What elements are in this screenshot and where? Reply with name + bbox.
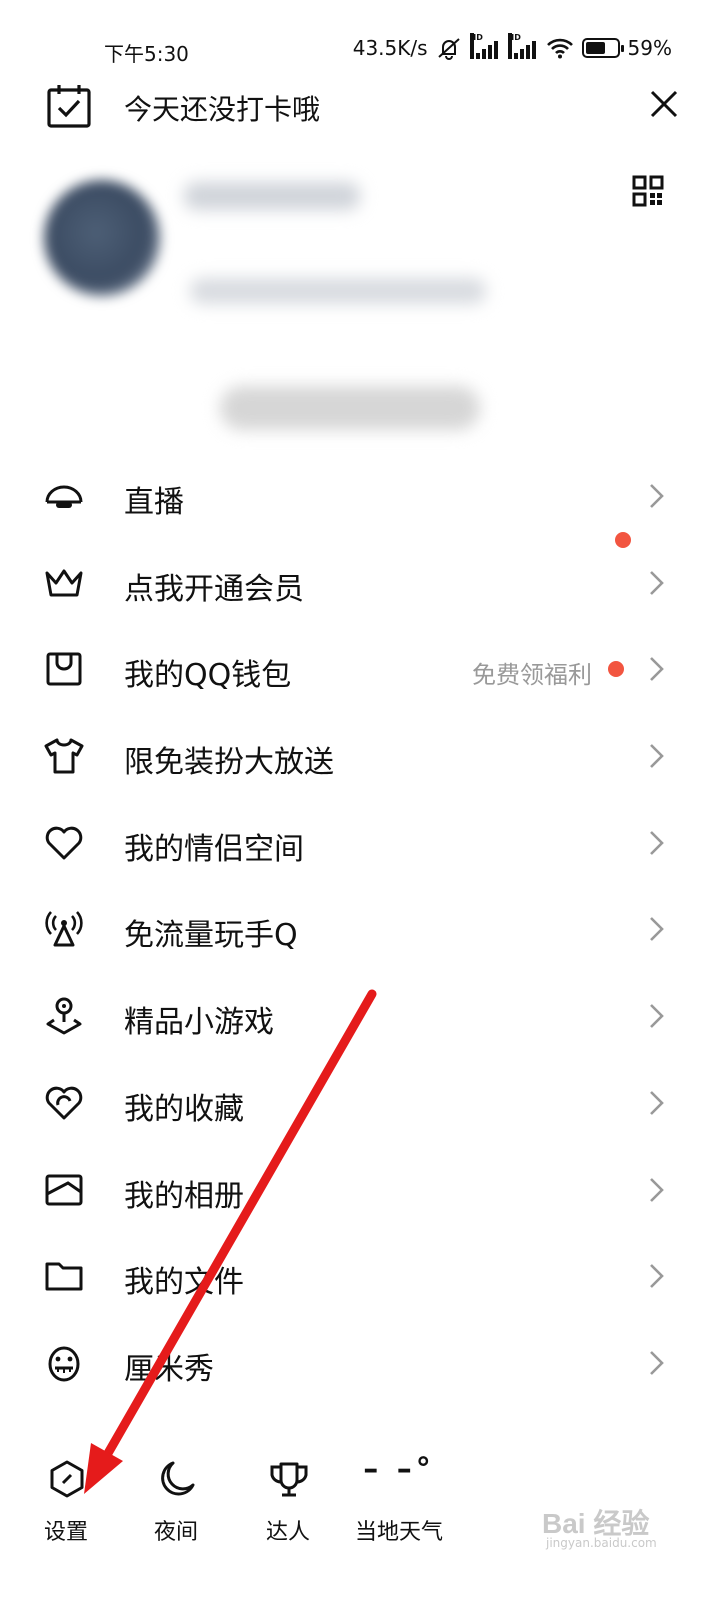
network-speed: 43.5K/s <box>352 36 428 60</box>
menu-item-favorites[interactable]: 我的收藏 <box>0 1059 720 1146</box>
live-icon <box>45 485 83 508</box>
trophy-icon <box>270 1462 308 1497</box>
night-label: 夜间 <box>153 1520 198 1545</box>
chevron-right-icon <box>650 830 664 855</box>
chevron-right-icon <box>650 1350 664 1375</box>
profile-card[interactable] <box>0 150 720 450</box>
menu-label: 点我开通会员 <box>124 571 304 607</box>
watermark-logo: Bai 经验 jingyan.baidu.com <box>536 1496 676 1556</box>
weather-button[interactable]: – –° 当地天气 <box>344 1450 454 1550</box>
menu-label: 直播 <box>124 485 184 520</box>
menu-label: 限免装扮大放送 <box>124 745 334 781</box>
close-icon[interactable] <box>644 84 684 124</box>
chevron-right-icon <box>650 917 664 942</box>
settings-button[interactable]: 设置 <box>16 1450 116 1550</box>
status-icons: 43.5K/s HD HD 59% <box>352 33 672 60</box>
settings-label: 设置 <box>43 1520 88 1545</box>
menu-item-live[interactable]: 直播 <box>0 452 720 539</box>
watermark-sub: jingyan.baidu.com <box>546 1536 657 1550</box>
menu-item-games[interactable]: 精品小游戏 <box>0 972 720 1059</box>
status-pill-blurred[interactable] <box>220 386 480 430</box>
menu-label: 我的QQ钱包 <box>124 658 292 694</box>
avatar[interactable] <box>44 180 160 296</box>
crown-icon <box>45 569 83 597</box>
nickname-blurred <box>184 182 360 210</box>
menu-item-album[interactable]: 我的相册 <box>0 1146 720 1233</box>
battery-percent: 59% <box>627 36 672 60</box>
menu-label: 我的情侣空间 <box>124 831 304 867</box>
signal-tower-icon <box>45 911 83 947</box>
chevron-right-icon <box>650 1090 664 1115</box>
joystick-icon <box>46 997 82 1035</box>
chevron-right-icon <box>650 1264 664 1289</box>
menu-item-couple[interactable]: 我的情侣空间 <box>0 799 720 886</box>
battery-icon <box>581 38 624 58</box>
heart-icon <box>45 826 83 860</box>
menu-item-vip[interactable]: 点我开通会员 <box>0 531 720 626</box>
hd-signal-icon: HD <box>507 33 538 59</box>
chevron-right-icon <box>650 484 664 508</box>
avatar-face-icon <box>48 1346 80 1382</box>
menu-label: 厘米秀 <box>124 1351 214 1387</box>
folder-icon <box>45 1262 83 1291</box>
calendar-check-icon[interactable] <box>44 82 94 130</box>
chevron-right-icon <box>650 744 664 768</box>
chevron-right-icon <box>650 570 664 595</box>
settings-hexagon-icon <box>50 1460 84 1498</box>
menu-item-cmshow[interactable]: 厘米秀 <box>0 1319 720 1406</box>
menu-extra-text: 免费领福利 <box>472 661 592 690</box>
menu-label: 我的文件 <box>124 1265 244 1301</box>
mute-bell-icon <box>437 38 460 60</box>
checkin-text[interactable]: 今天还没打卡哦 <box>124 88 320 128</box>
weather-label: 当地天气 <box>354 1520 443 1545</box>
menu-label: 精品小游戏 <box>124 1005 274 1041</box>
menu-item-files[interactable]: 我的文件 <box>0 1232 720 1319</box>
side-menu: 直播 点我开通会员 我的QQ钱包 免费领福利 限免装扮大放送 我的情侣空间 免流… <box>0 452 720 1406</box>
wallet-icon <box>46 652 82 686</box>
menu-item-costume[interactable]: 限免装扮大放送 <box>0 712 720 799</box>
moon-icon <box>161 1461 195 1496</box>
menu-label: 我的收藏 <box>124 1091 244 1127</box>
chevron-right-icon <box>650 1177 664 1202</box>
menu-item-wallet[interactable]: 我的QQ钱包 免费领福利 <box>0 625 720 712</box>
hd-signal-icon: HD <box>469 33 500 59</box>
menu-item-free-data[interactable]: 免流量玩手Q <box>0 885 720 972</box>
notification-dot <box>615 531 631 548</box>
night-mode-button[interactable]: 夜间 <box>126 1450 226 1550</box>
wifi-icon <box>546 38 573 59</box>
notification-dot <box>608 661 624 678</box>
menu-label: 我的相册 <box>124 1178 244 1214</box>
status-bar: 下午5:30 43.5K/s HD HD 59% <box>0 28 720 68</box>
status-time: 下午5:30 <box>104 42 189 66</box>
menu-label: 免流量玩手Q <box>124 918 298 954</box>
signature-blurred <box>190 278 486 304</box>
qr-code-icon[interactable] <box>632 175 664 207</box>
chevron-right-icon <box>650 1004 664 1029</box>
chevron-right-icon <box>650 657 664 682</box>
checkin-header: 今天还没打卡哦 <box>44 82 684 130</box>
expert-button[interactable]: 达人 <box>238 1450 338 1550</box>
weather-value: – –° <box>363 1452 435 1487</box>
favorite-icon <box>45 1086 83 1120</box>
tshirt-icon <box>44 738 84 774</box>
album-icon <box>45 1174 83 1205</box>
expert-label: 达人 <box>265 1520 310 1545</box>
